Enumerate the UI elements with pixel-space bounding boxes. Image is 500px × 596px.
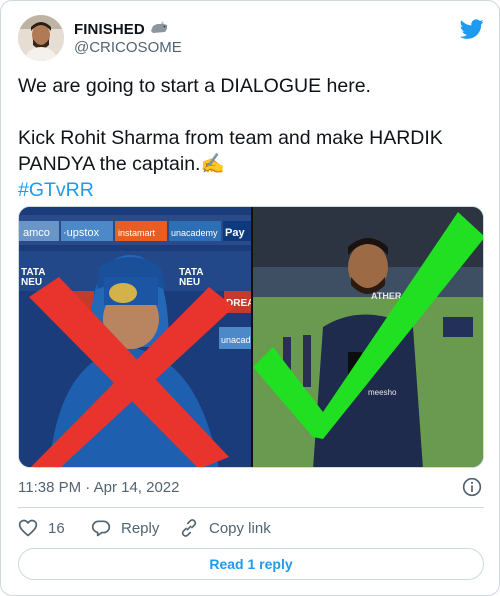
divider	[18, 507, 484, 508]
link-icon	[181, 519, 197, 537]
svg-text:unacademy: unacademy	[171, 228, 218, 238]
twitter-bird-icon[interactable]	[460, 17, 484, 41]
svg-text:meesho: meesho	[368, 388, 397, 397]
tweet-line-1: We are going to start a DIALOGUE here.	[18, 75, 371, 97]
tweet-timestamp[interactable]: 11:38 PM · Apr 14, 2022	[18, 479, 180, 496]
avatar[interactable]	[18, 15, 64, 61]
like-button[interactable]: 16	[18, 518, 91, 538]
reply-button[interactable]: Reply	[91, 518, 179, 538]
like-count: 16	[48, 519, 65, 537]
name-row: FINISHED	[74, 19, 169, 40]
tweet-card: FINISHED @CRICOSOME We are going to star…	[0, 0, 500, 596]
sponsor-amco: amco	[23, 227, 50, 239]
media-image-hardik[interactable]: ATHER meesho	[253, 207, 483, 467]
info-icon[interactable]	[462, 477, 482, 497]
svg-text:Pay: Pay	[225, 227, 245, 239]
tweet-actions: 16 Reply Copy link	[18, 517, 271, 539]
svg-text:NEU: NEU	[21, 277, 42, 288]
tweet-blank-line	[18, 99, 484, 125]
svg-text:·upstox: ·upstox	[63, 227, 100, 239]
copy-link-label: Copy link	[209, 519, 271, 537]
media-image-rohit[interactable]: amco ·upstox instamart unacademy Pay TAT…	[19, 207, 251, 467]
read-reply-button[interactable]: Read 1 reply	[18, 548, 484, 580]
tweet-line-2: Kick Rohit Sharma from team and make HAR…	[18, 127, 449, 175]
heart-icon	[18, 519, 38, 537]
hashtag-link[interactable]: #GTvRR	[18, 177, 484, 203]
svg-text:instamart: instamart	[118, 228, 156, 238]
display-name[interactable]: FINISHED	[74, 21, 145, 38]
tweet-text: We are going to start a DIALOGUE here. K…	[18, 73, 484, 203]
reply-label: Reply	[121, 519, 160, 537]
rhino-emoji-icon	[149, 19, 169, 40]
svg-text:unacad: unacad	[221, 335, 251, 345]
reply-icon	[91, 520, 111, 537]
tweet-media[interactable]: amco ·upstox instamart unacademy Pay TAT…	[18, 206, 484, 468]
handle[interactable]: @CRICOSOME	[74, 39, 182, 56]
tweet-header: FINISHED @CRICOSOME	[18, 15, 484, 63]
copy-link-button[interactable]: Copy link	[179, 518, 271, 538]
svg-text:ATHER: ATHER	[371, 291, 402, 301]
svg-text:NEU: NEU	[179, 277, 200, 288]
